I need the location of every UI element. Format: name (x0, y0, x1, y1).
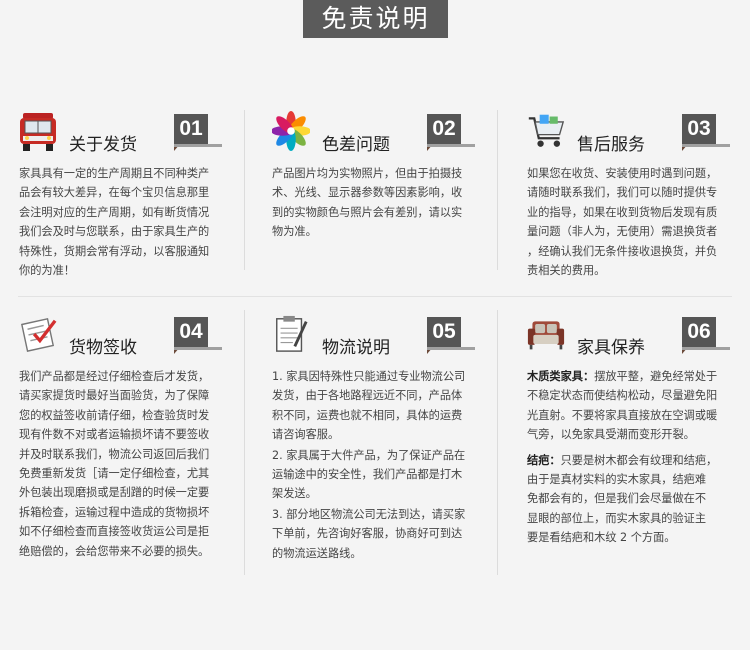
card-shipping: 关于发货 01 家具具有一定的生产周期且不同种类产 品会有较大差异，在每个宝贝信… (19, 110, 244, 280)
card-logistics: 物流说明 05 1. 家具因特殊性只能通过专业物流公司 发货，由于各地路程远近不… (272, 313, 497, 564)
card-text: 产品图片均为实物照片，但由于拍摄技 术、光线、显示器参数等因素影响，收 到的实物… (272, 167, 463, 239)
clipboard-pen-icon (276, 315, 308, 352)
card-number-badge: 01 (174, 114, 208, 151)
badge-underline (682, 144, 730, 147)
card-delivery-receipt: 货物签收 04 我们产品都是经过仔细检查后才发货， 请买家提货时最好当面验货，为… (19, 313, 244, 561)
badge-underline (682, 347, 730, 350)
card-title: 关于发货 (69, 135, 137, 155)
card-color-difference: 色差问题 02 产品图片均为实物照片，但由于拍摄技 术、光线、显示器参数等因素影… (272, 110, 497, 242)
card-text: 如果您在收货、安装使用时遇到问题， 请随时联系我们，我们可以随时提供专 业的指导… (527, 167, 718, 278)
card-text: 家具具有一定的生产周期且不同种类产 品会有较大差异，在每个宝贝信息那里 会注明对… (19, 167, 210, 278)
checklist-icon (21, 317, 57, 352)
badge-underline (174, 144, 222, 147)
card-title: 色差问题 (322, 135, 390, 155)
card-number-badge: 03 (682, 114, 716, 151)
badge-underline (174, 347, 222, 350)
card-number-badge: 06 (682, 317, 716, 354)
card-text: 1. 家具因特殊性只能通过专业物流公司 发货，由于各地路程远近不同，产品体 积不… (272, 370, 466, 560)
section-label: 木质类家具： (527, 370, 595, 383)
badge-underline (427, 144, 475, 147)
shopping-cart-icon (528, 114, 565, 147)
card-title: 货物签收 (69, 338, 137, 358)
column-divider (497, 310, 498, 575)
fire-truck-icon (20, 113, 56, 151)
column-divider (244, 110, 245, 270)
badge-underline (427, 347, 475, 350)
card-number-badge: 05 (427, 317, 461, 354)
card-title: 售后服务 (577, 135, 645, 155)
page-title: 免责说明 (303, 0, 448, 38)
card-after-sales: 售后服务 03 如果您在收货、安装使用时遇到问题， 请随时联系我们，我们可以随时… (527, 110, 750, 280)
card-number-badge: 04 (174, 317, 208, 354)
card-furniture-care: 家具保养 06 木质类家具：摆放平整，避免经常处于 不稳定状态而使结构松动，尽量… (527, 313, 750, 549)
column-divider (497, 110, 498, 270)
card-number-badge: 02 (427, 114, 461, 151)
row-divider (18, 296, 732, 297)
color-wheel-icon (272, 111, 310, 151)
column-divider (244, 310, 245, 575)
section-label: 结疤： (527, 453, 561, 467)
card-text: 木质类家具：摆放平整，避免经常处于 不稳定状态而使结构松动，尽量避免阳 光直射。… (527, 370, 718, 545)
sofa-icon (527, 321, 565, 350)
card-title: 家具保养 (577, 338, 645, 358)
card-text: 我们产品都是经过仔细检查后才发货， 请买家提货时最好当面验货，为了保障 您的权益… (19, 370, 210, 558)
card-title: 物流说明 (322, 338, 390, 358)
